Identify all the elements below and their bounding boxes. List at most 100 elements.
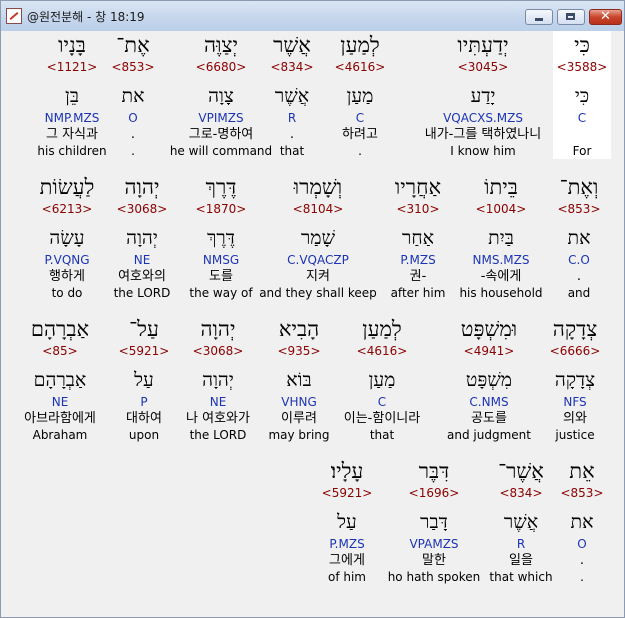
hebrew-word[interactable]: הָבִיא: [264, 315, 334, 343]
word-column[interactable]: הָבִיא <935> בּוֹא VHNG 이루려 may bring: [264, 315, 334, 443]
hebrew-word[interactable]: בֵּיתוֹ: [456, 173, 546, 201]
korean-gloss: 도를: [209, 269, 233, 284]
parsing-code: VPIMZS: [198, 111, 244, 125]
lemma-word: את: [121, 85, 145, 107]
hebrew-word[interactable]: אֶת־: [106, 31, 161, 59]
english-gloss: and judgment: [447, 428, 531, 442]
hebrew-word[interactable]: יְצַוֶּה: [162, 31, 280, 59]
title-bar[interactable]: @원전분해 - 창 18:19 ✕: [1, 1, 624, 31]
hebrew-word[interactable]: צְדָקָה: [545, 315, 605, 343]
hebrew-word[interactable]: כִּי: [553, 31, 611, 59]
word-column[interactable]: יְצַוֶּה <6680> צָוָה VPIMZS 그로-명하여 he will c…: [162, 31, 280, 159]
lemma-word: אַבְרָהָם: [33, 369, 87, 391]
word-column[interactable]: אֲשֶׁר־ <834> אֲשֶׁר R 일을 that which: [486, 457, 556, 585]
parsing-code: NMSG: [202, 253, 240, 267]
close-button[interactable]: ✕: [589, 9, 622, 25]
maximize-button[interactable]: [557, 9, 585, 25]
english-gloss: that: [369, 428, 395, 442]
parsing-code: C: [355, 111, 365, 125]
hebrew-word[interactable]: עַל־: [114, 315, 174, 343]
korean-gloss: 그 자식과: [46, 127, 98, 142]
english-gloss: that which: [489, 570, 553, 584]
word-column[interactable]: כִּי <3588> כִּי C For: [553, 31, 611, 159]
lemma-word: בֵּן: [65, 85, 79, 107]
english-gloss: his household: [459, 286, 543, 300]
word-column[interactable]: דֶּרֶךְ <1870> דֶּרֶךְ NMSG 도를 the way of: [187, 173, 255, 301]
hebrew-word[interactable]: לְמַעַן: [320, 31, 400, 59]
hebrew-word[interactable]: יְהוָה: [166, 315, 270, 343]
word-column[interactable]: עַל־ <5921> עַל P 대하여 upon: [114, 315, 174, 443]
strong-number: <1696>: [408, 486, 460, 500]
hebrew-word[interactable]: לַעֲשׂוֹת: [27, 173, 107, 201]
english-gloss: he will command: [169, 144, 273, 158]
hebrew-word[interactable]: בָּנָיו: [31, 31, 113, 59]
word-column[interactable]: לְמַעַן <4616> מַעַן C 이는-함이니라 that: [332, 315, 432, 443]
korean-gloss: 대하여: [126, 411, 162, 426]
korean-gloss: 공도를: [471, 411, 507, 426]
hebrew-word[interactable]: אַבְרָהָם: [10, 315, 110, 343]
english-gloss: and: [567, 286, 591, 300]
hebrew-word[interactable]: דִּבֶּר: [384, 457, 484, 485]
korean-gloss: 권-: [409, 269, 427, 284]
lemma-word: עָשָׂה: [49, 227, 85, 249]
hebrew-word[interactable]: אֲשֶׁר־: [486, 457, 556, 485]
strong-number: <1121>: [46, 60, 98, 74]
korean-gloss: 그에게: [329, 553, 365, 568]
korean-gloss: 지켜: [306, 269, 330, 284]
word-column[interactable]: עָלָיו׃ <5921> עַל P.MZS 그에게 of him: [307, 457, 387, 585]
strong-number: <3068>: [116, 202, 168, 216]
korean-gloss: .: [576, 269, 582, 284]
word-column[interactable]: אֵת <853> את O..: [560, 457, 605, 585]
english-gloss: his children: [37, 144, 107, 158]
lemma-word: דָּבַר: [420, 511, 448, 533]
hebrew-word[interactable]: אַחֲרָיו: [383, 173, 453, 201]
lemma-word: עַל: [134, 369, 154, 391]
word-column[interactable]: לְמַעַן <4616> מַעַן C 하려고.: [320, 31, 400, 159]
parsing-code: P: [140, 395, 148, 409]
lemma-word: דֶּרֶךְ: [207, 227, 235, 249]
word-column[interactable]: דִּבֶּר <1696> דָּבַר VPAMZS 말한 ho hath spoke…: [384, 457, 484, 585]
english-gloss: justice: [555, 428, 595, 442]
hebrew-word[interactable]: וְאֶת־: [553, 173, 605, 201]
parsing-code: NMS.MZS: [472, 253, 530, 267]
english-gloss: I know him: [450, 144, 516, 158]
english-gloss: to do: [51, 286, 83, 300]
korean-gloss: 이는-함이니라: [343, 411, 421, 426]
hebrew-word[interactable]: לְמַעַן: [332, 315, 432, 343]
word-column[interactable]: בָּנָיו <1121> בֵּן NMP.MZS 그 자식과 his childre…: [31, 31, 113, 159]
hebrew-word[interactable]: וְשָׁמְרוּ: [257, 173, 379, 201]
strong-number: <853>: [560, 486, 604, 500]
hebrew-word[interactable]: יְדַעְתִּיו: [417, 31, 549, 59]
word-column[interactable]: אַבְרָהָם <85> אַבְרָהָם NE 아브라함에게 Abraham: [10, 315, 110, 443]
parsing-code: R: [516, 537, 526, 551]
app-icon[interactable]: [6, 8, 22, 24]
parsing-code: P.MZS: [329, 537, 365, 551]
word-column[interactable]: אַחֲרָיו <310> אַחַר P.MZS 권-after him: [383, 173, 453, 301]
parsing-code: NE: [51, 395, 69, 409]
hebrew-word[interactable]: דֶּרֶךְ: [187, 173, 255, 201]
word-column[interactable]: צְדָקָה <6666> צְדָקָה NFS 의와 justice: [545, 315, 605, 443]
word-column[interactable]: וְשָׁמְרוּ <8104> שָׁמַר C.VQACZP 지켜 and they…: [257, 173, 379, 301]
parsing-code: C: [577, 111, 587, 125]
word-column[interactable]: וּמִשְׁפָּט <4941> מִשְׁפָּט C.NMS 공도를 and ju…: [444, 315, 534, 443]
minimize-button[interactable]: [525, 9, 553, 25]
parsing-code: NFS: [563, 395, 587, 409]
word-column[interactable]: וְאֶת־ <853> את C.O. and: [553, 173, 605, 301]
korean-gloss: -속에게: [480, 269, 522, 284]
hebrew-word[interactable]: עָלָיו׃: [307, 457, 387, 485]
word-column[interactable]: אֶת־ <853> את O..: [106, 31, 161, 159]
lemma-word: מַעַן: [346, 85, 374, 107]
hebrew-word[interactable]: אֵת: [560, 457, 605, 485]
hebrew-word[interactable]: וּמִשְׁפָּט: [444, 315, 534, 343]
word-column[interactable]: יְהוָה <3068> יְהוָה NE 여호와의 the LORD: [107, 173, 177, 301]
korean-gloss: 나 여호와가: [186, 411, 250, 426]
parsing-code: NE: [133, 253, 151, 267]
word-column[interactable]: יְהוָה <3068> יְהוָה NE 나 여호와가 the LORD: [166, 315, 270, 443]
english-gloss: upon: [128, 428, 160, 442]
word-column[interactable]: בֵּיתוֹ <1004> בַּיִת NMS.MZS -속에게 his househ…: [456, 173, 546, 301]
strong-number: <3068>: [192, 344, 244, 358]
word-column[interactable]: לַעֲשׂוֹת <6213> עָשָׂה P.VQNG 행하게 to do: [27, 173, 107, 301]
hebrew-word[interactable]: יְהוָה: [107, 173, 177, 201]
lemma-word: אַחַר: [402, 227, 434, 249]
word-column[interactable]: יְדַעְתִּיו <3045> יָדַע VQACXS.MZS 내가-그를 택하…: [417, 31, 549, 159]
